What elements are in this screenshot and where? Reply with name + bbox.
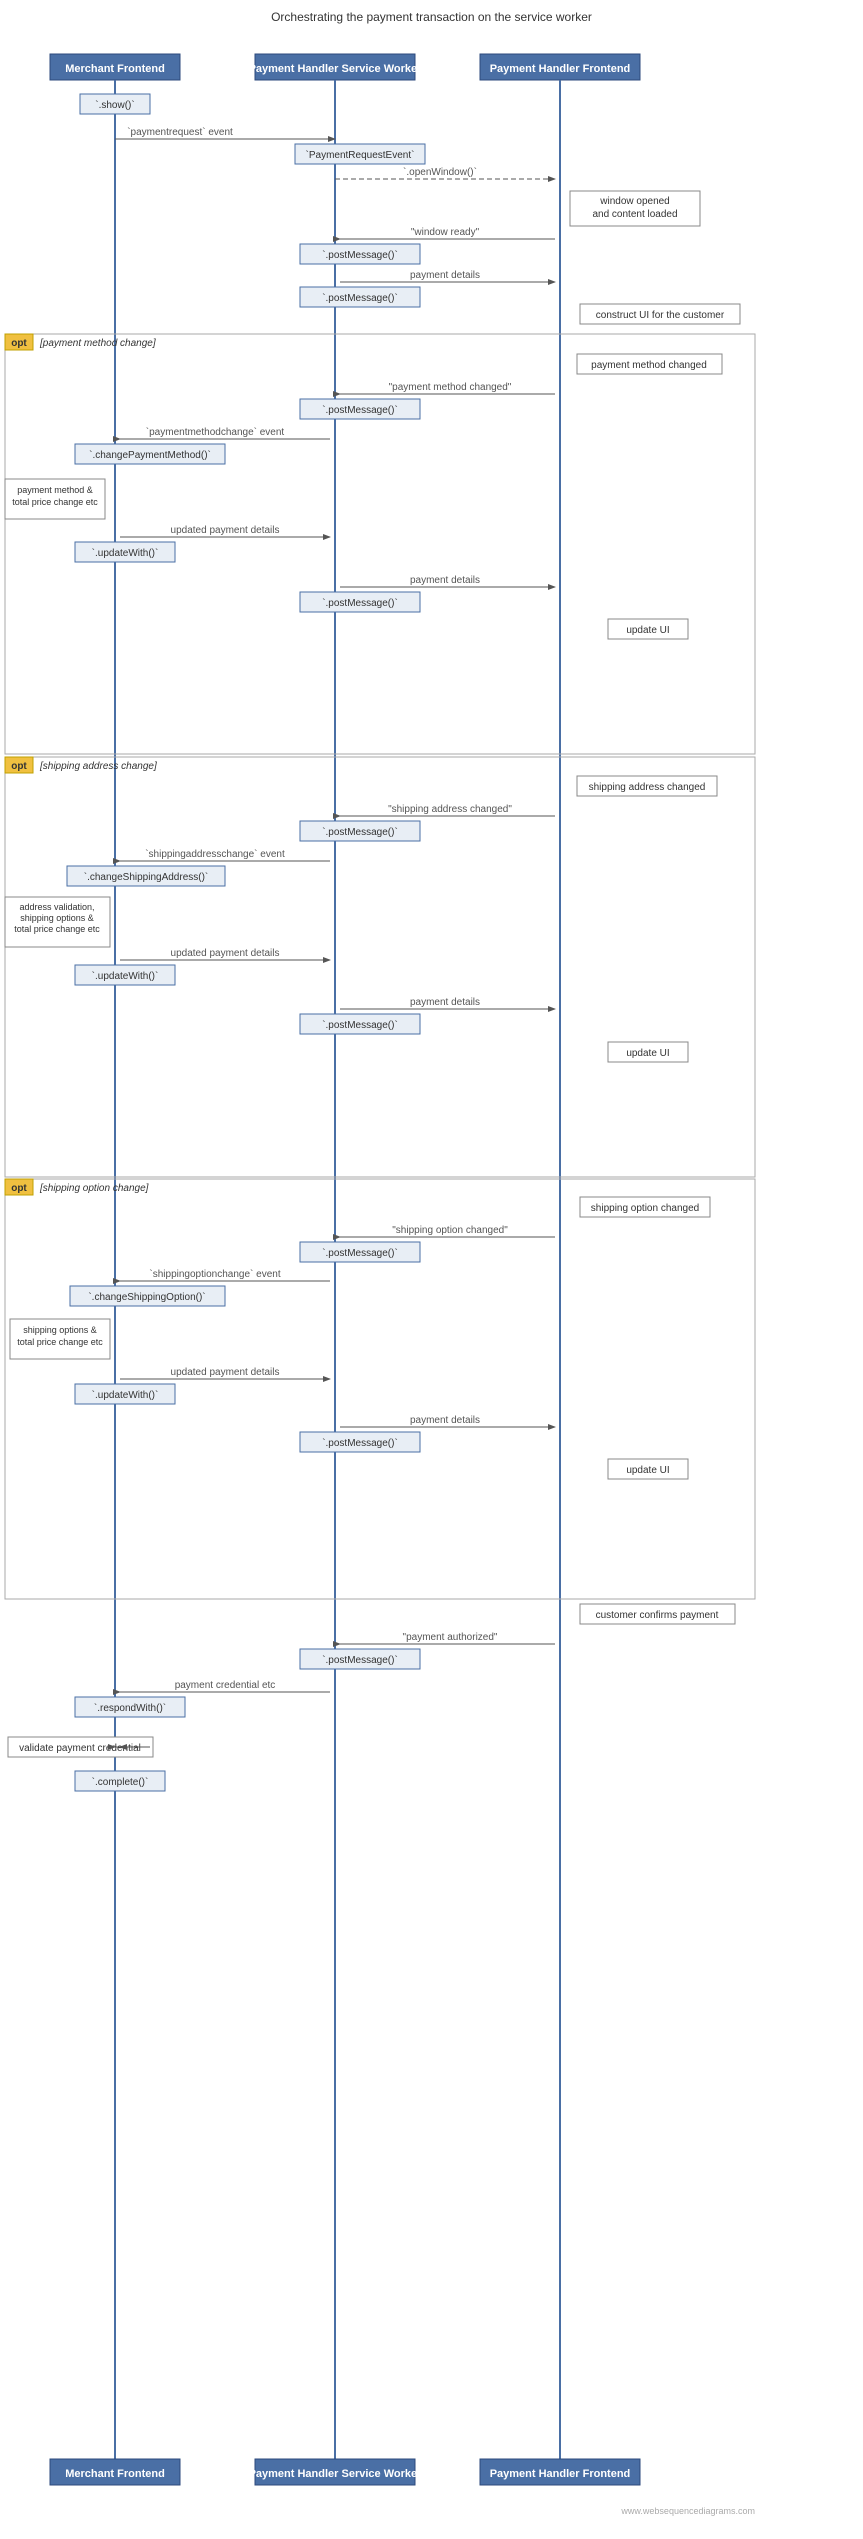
svg-text:update UI: update UI <box>626 625 669 636</box>
svg-text:address validation,: address validation, <box>19 902 94 912</box>
svg-text:`paymentmethodchange` event: `paymentmethodchange` event <box>146 426 285 438</box>
svg-text:www.websequencediagrams.com: www.websequencediagrams.com <box>620 2506 755 2516</box>
sequence-diagram-svg: Merchant Frontend Payment Handler Servic… <box>0 39 863 2519</box>
svg-text:shipping option changed: shipping option changed <box>591 1203 699 1214</box>
svg-text:`PaymentRequestEvent`: `PaymentRequestEvent` <box>306 149 415 161</box>
svg-text:"window ready": "window ready" <box>411 227 480 238</box>
svg-text:`paymentrequest` event: `paymentrequest` event <box>127 126 233 138</box>
svg-text:`.postMessage()`: `.postMessage()` <box>322 1019 398 1031</box>
svg-text:"shipping address changed": "shipping address changed" <box>388 804 512 815</box>
svg-text:window opened: window opened <box>599 196 670 207</box>
svg-text:payment details: payment details <box>410 997 480 1008</box>
svg-text:update UI: update UI <box>626 1465 669 1476</box>
svg-text:payment details: payment details <box>410 270 480 281</box>
svg-text:`.updateWith()`: `.updateWith()` <box>92 1389 159 1401</box>
svg-text:[shipping option change]: [shipping option change] <box>39 1183 149 1194</box>
svg-text:shipping options &: shipping options & <box>23 1325 97 1335</box>
svg-text:opt: opt <box>11 1183 27 1194</box>
svg-text:Payment Handler Frontend: Payment Handler Frontend <box>490 63 631 75</box>
svg-text:[payment method change]: [payment method change] <box>39 338 156 349</box>
svg-text:"payment authorized": "payment authorized" <box>403 1632 498 1643</box>
svg-text:`shippingaddresschange` event: `shippingaddresschange` event <box>145 848 285 860</box>
svg-text:Payment Handler Frontend: Payment Handler Frontend <box>490 2468 631 2480</box>
svg-text:`.postMessage()`: `.postMessage()` <box>322 597 398 609</box>
svg-text:validate payment credential: validate payment credential <box>19 1743 141 1754</box>
svg-text:shipping options &: shipping options & <box>20 913 94 923</box>
svg-text:construct UI for the customer: construct UI for the customer <box>596 310 725 321</box>
svg-text:opt: opt <box>11 338 27 349</box>
svg-text:`.postMessage()`: `.postMessage()` <box>322 404 398 416</box>
svg-text:and content loaded: and content loaded <box>592 209 677 220</box>
svg-text:[shipping address change]: [shipping address change] <box>39 761 157 772</box>
svg-text:`.changePaymentMethod()`: `.changePaymentMethod()` <box>89 449 211 461</box>
svg-text:payment method &: payment method & <box>17 485 93 495</box>
svg-text:updated payment details: updated payment details <box>171 525 280 536</box>
svg-text:total price change etc: total price change etc <box>12 497 98 507</box>
svg-text:`.updateWith()`: `.updateWith()` <box>92 547 159 559</box>
svg-text:Merchant Frontend: Merchant Frontend <box>65 63 165 75</box>
svg-text:`.postMessage()`: `.postMessage()` <box>322 292 398 304</box>
svg-text:`.respondWith()`: `.respondWith()` <box>94 1702 166 1714</box>
svg-text:payment details: payment details <box>410 1415 480 1426</box>
svg-text:`.show()`: `.show()` <box>95 99 134 111</box>
svg-text:`.updateWith()`: `.updateWith()` <box>92 970 159 982</box>
svg-text:total price change etc: total price change etc <box>14 924 100 934</box>
svg-text:`.complete()`: `.complete()` <box>92 1776 149 1788</box>
svg-text:updated payment details: updated payment details <box>171 948 280 959</box>
svg-text:`shippingoptionchange` event: `shippingoptionchange` event <box>149 1268 280 1280</box>
svg-text:payment credential etc: payment credential etc <box>175 1680 276 1691</box>
svg-text:`.postMessage()`: `.postMessage()` <box>322 826 398 838</box>
svg-text:customer confirms payment: customer confirms payment <box>596 1610 719 1621</box>
svg-text:total price change etc: total price change etc <box>17 1337 103 1347</box>
svg-text:Payment Handler Service Worker: Payment Handler Service Worker <box>249 2468 423 2480</box>
svg-text:payment method changed: payment method changed <box>591 360 707 371</box>
svg-text:`.openWindow()`: `.openWindow()` <box>403 166 477 178</box>
svg-text:Payment Handler Service Worker: Payment Handler Service Worker <box>249 63 423 75</box>
svg-text:updated payment details: updated payment details <box>171 1367 280 1378</box>
svg-text:Merchant Frontend: Merchant Frontend <box>65 2468 165 2480</box>
svg-text:`.changeShippingAddress()`: `.changeShippingAddress()` <box>84 871 209 883</box>
svg-text:"payment method changed": "payment method changed" <box>389 382 512 393</box>
svg-text:payment details: payment details <box>410 575 480 586</box>
svg-text:"shipping option changed": "shipping option changed" <box>392 1225 508 1236</box>
diagram-title: Orchestrating the payment transaction on… <box>0 10 863 24</box>
svg-text:shipping address changed: shipping address changed <box>589 782 706 793</box>
svg-text:`.postMessage()`: `.postMessage()` <box>322 249 398 261</box>
svg-text:`.postMessage()`: `.postMessage()` <box>322 1654 398 1666</box>
svg-text:`.changeShippingOption()`: `.changeShippingOption()` <box>88 1291 205 1303</box>
svg-text:opt: opt <box>11 761 27 772</box>
diagram-container: Orchestrating the payment transaction on… <box>0 0 863 2539</box>
svg-text:update UI: update UI <box>626 1048 669 1059</box>
svg-text:`.postMessage()`: `.postMessage()` <box>322 1247 398 1259</box>
svg-text:`.postMessage()`: `.postMessage()` <box>322 1437 398 1449</box>
